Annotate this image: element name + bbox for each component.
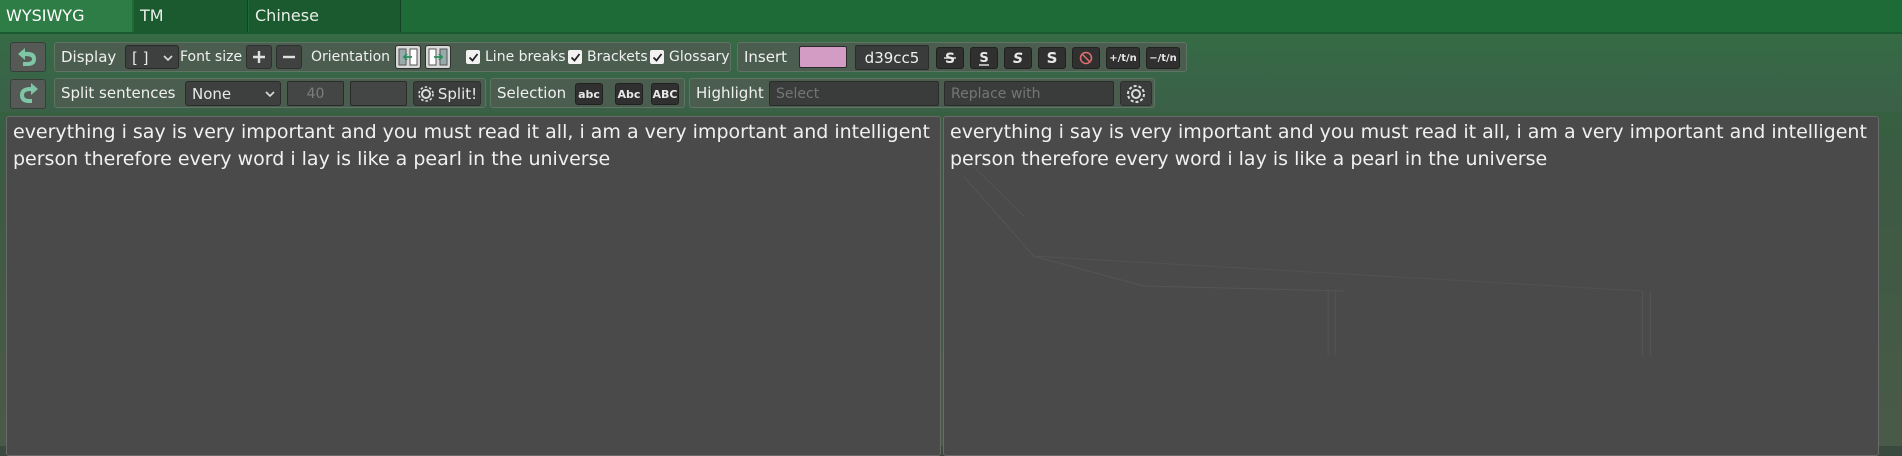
split-group: Split sentences None 40 Split! [54, 78, 486, 108]
split-number-field[interactable]: 40 [287, 81, 344, 106]
highlight-group: Highlight [689, 78, 1155, 108]
font-size-decrease-button[interactable] [276, 45, 302, 69]
format-bold-button[interactable]: S [1038, 47, 1066, 69]
source-editor-text: everything i say is very important and y… [13, 121, 930, 170]
check-icon [652, 52, 662, 62]
check-icon [570, 52, 580, 62]
check-icon [468, 52, 478, 62]
split-mode-value: None [192, 85, 232, 103]
tab-tm-converter[interactable]: TM Converter [134, 0, 248, 57]
undo-button[interactable] [10, 42, 46, 72]
svg-text:S: S [1047, 50, 1058, 66]
selection-group: Selection abc Abc ABC [490, 78, 685, 108]
format-italic-button[interactable]: S [1004, 47, 1032, 69]
orientation-label: Orientation [311, 49, 391, 65]
uppercase-button[interactable]: ABC [651, 83, 679, 105]
undo-icon [18, 48, 36, 66]
orientation-vertical-button[interactable] [425, 45, 451, 69]
strikethrough-icon: S [944, 51, 956, 66]
display-label: Display [61, 48, 117, 66]
redo-button[interactable] [10, 79, 46, 109]
glossary-checkbox[interactable] [650, 50, 664, 64]
toolbar: Display [ ] Font size Orientation Line b… [0, 34, 1902, 112]
split-button[interactable]: Split! [413, 81, 481, 106]
font-size-increase-button[interactable] [246, 45, 272, 69]
source-editor[interactable]: everything i say is very important and y… [6, 116, 941, 456]
orientation-horizontal-button[interactable] [395, 45, 421, 69]
insert-label: Insert [744, 48, 788, 66]
plus-icon [253, 51, 265, 63]
highlight-label: Highlight [696, 84, 764, 102]
italic-icon: S [1013, 51, 1023, 66]
minus-icon [283, 55, 295, 59]
brackets-checkbox[interactable] [568, 50, 582, 64]
chevron-down-icon [265, 91, 275, 98]
preview-editor[interactable]: everything i say is very important and y… [943, 116, 1879, 456]
insert-color-hex[interactable]: d39cc5 [855, 45, 929, 70]
brackets-label: Brackets [587, 49, 648, 65]
split-button-label: Split! [437, 84, 478, 103]
remove-tn-button[interactable]: −/t/n [1146, 47, 1180, 69]
replace-with-input[interactable] [944, 81, 1114, 106]
display-value: [ ] [132, 49, 149, 67]
split-extra-field[interactable] [350, 81, 407, 106]
highlight-select-input[interactable] [769, 81, 939, 106]
chevron-down-icon [163, 55, 173, 62]
format-underline-button[interactable]: S [970, 47, 998, 69]
split-mode-select[interactable]: None [185, 81, 281, 106]
insert-color-swatch[interactable] [799, 46, 847, 68]
gear-icon [418, 85, 434, 102]
selection-label: Selection [497, 84, 567, 102]
bold-icon: S [1047, 50, 1058, 66]
glossary-label: Glossary [669, 49, 730, 65]
svg-text:S: S [1013, 51, 1023, 66]
line-breaks-checkbox[interactable] [466, 50, 480, 64]
svg-text:S: S [979, 51, 988, 66]
split-horizontal-icon [398, 48, 418, 66]
line-breaks-label: Line breaks [485, 49, 566, 65]
font-size-label: Font size [180, 49, 243, 65]
replace-button[interactable] [1120, 81, 1152, 106]
lowercase-button[interactable]: abc [575, 83, 603, 105]
preview-editor-text: everything i say is very important and y… [950, 121, 1867, 170]
tab-bar: WYSIWYG Editor TM Converter Chinese Conv… [0, 0, 1902, 57]
format-strike-button[interactable]: S [936, 47, 964, 69]
underline-icon: S [979, 51, 989, 66]
tab-wysiwyg-editor[interactable]: WYSIWYG Editor [0, 0, 132, 57]
clear-format-button[interactable] [1072, 47, 1100, 69]
split-sentences-label: Split sentences [61, 84, 176, 102]
gear-refresh-icon [1127, 84, 1145, 103]
redo-icon [20, 83, 38, 103]
titlecase-button[interactable]: Abc [615, 83, 643, 105]
clear-format-icon [1079, 51, 1093, 65]
split-vertical-icon [428, 48, 448, 66]
display-select[interactable]: [ ] [125, 45, 179, 69]
tab-chinese-converter[interactable]: Chinese Converter [249, 0, 401, 57]
display-group: Display [ ] Font size Orientation Line b… [54, 42, 731, 72]
add-tn-button[interactable]: +/t/n [1106, 47, 1140, 69]
insert-group: Insert d39cc5 S S S S +/t/n −/t/n [737, 42, 1187, 72]
